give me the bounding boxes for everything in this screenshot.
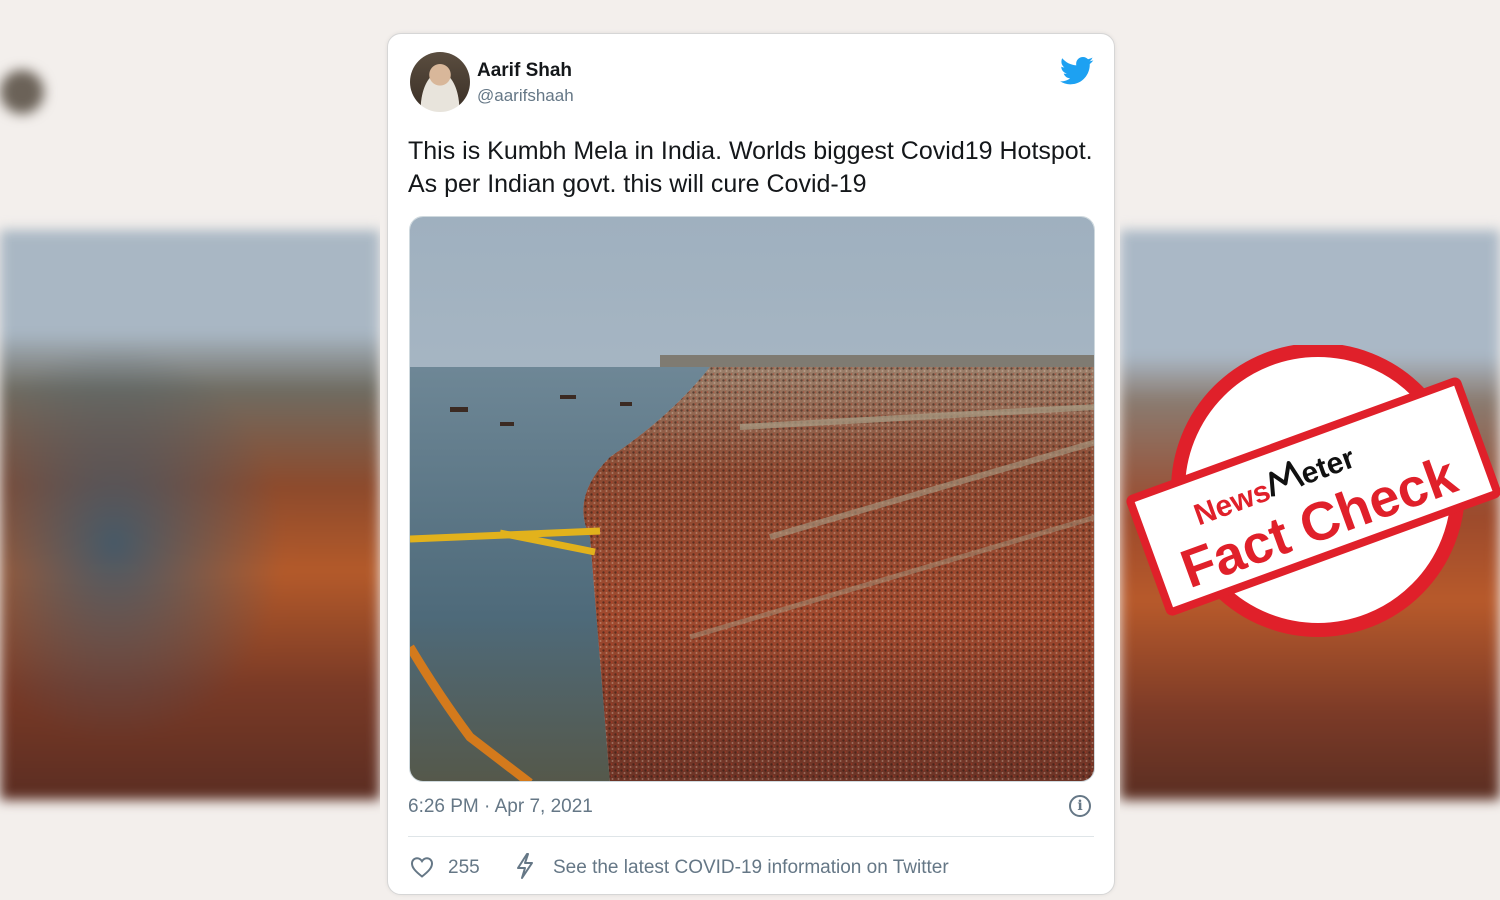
info-icon[interactable]: i	[1069, 795, 1091, 817]
tweet-text: This is Kumbh Mela in India. Worlds bigg…	[408, 135, 1108, 201]
tweet-photo[interactable]	[409, 216, 1095, 782]
heart-icon[interactable]	[410, 856, 434, 878]
twitter-bird-icon[interactable]	[1060, 56, 1094, 86]
divider	[408, 836, 1094, 837]
tweet-card: Aarif Shah @aarifshaah This is Kumbh Mel…	[387, 33, 1115, 895]
author-handle[interactable]: @aarifshaah	[477, 86, 574, 106]
like-count[interactable]: 255	[448, 857, 480, 879]
crowd-photo-illustration	[410, 217, 1094, 781]
avatar[interactable]	[410, 52, 470, 112]
fact-check-stamp: News eter Fact Check	[1126, 345, 1500, 637]
covid-info-link[interactable]: See the latest COVID-19 information on T…	[553, 857, 949, 879]
lightning-icon	[517, 853, 533, 879]
tweet-text-line: As per Indian govt. this will cure Covid…	[408, 170, 867, 198]
tweet-text-line: This is Kumbh Mela in India. Worlds bigg…	[408, 137, 1093, 165]
blurred-avatar	[0, 70, 44, 114]
author-name[interactable]: Aarif Shah	[477, 60, 572, 82]
tweet-timestamp[interactable]: 6:26 PM · Apr 7, 2021	[408, 796, 593, 818]
blurred-photo	[0, 230, 380, 800]
blurred-background-left	[0, 0, 380, 900]
